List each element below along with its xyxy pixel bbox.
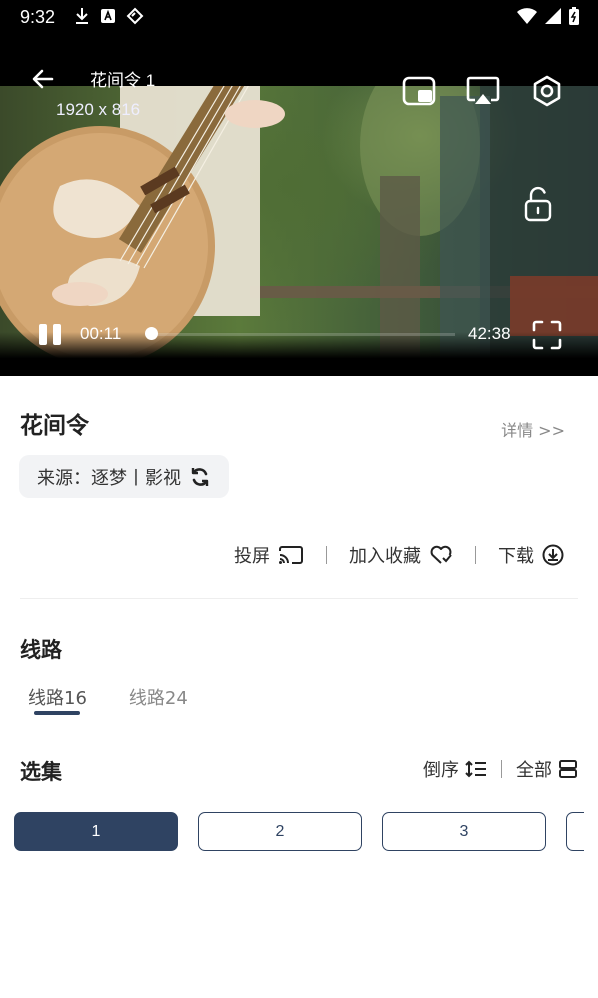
cast-label: 投屏 [234,546,270,567]
settings-button[interactable] [530,74,564,108]
route-tab-label: 线路16 [28,688,87,709]
episode-list: 1 2 3 [14,812,584,852]
player-control-bar: 00:11 42:38 [0,318,598,352]
episode-tools: 倒序 全部 [423,756,578,782]
video-resolution: 1920 x 816 [56,100,141,119]
player-top-actions [402,74,564,108]
settings-icon [533,75,561,107]
video-title: 花间令 1 [90,71,156,90]
route-tabs: 线路16 线路24 [28,684,188,715]
status-bar: 9:32 [0,0,598,76]
download-label: 下载 [498,546,534,567]
tag-icon [126,7,144,25]
source-selector[interactable]: 来源：逐梦丨影视 [19,455,229,498]
action-separator [326,546,327,564]
back-arrow-icon[interactable] [30,66,56,92]
show-title: 花间令 [20,413,89,439]
pip-button[interactable] [402,74,436,108]
seek-bar[interactable] [150,333,455,336]
pause-icon[interactable] [38,322,64,346]
routes-title: 线路 [20,638,62,662]
font-icon [101,9,115,23]
current-time: 00:11 [80,324,122,343]
signal-icon [545,8,561,24]
refresh-icon [191,467,209,486]
tab-route-24[interactable]: 线路24 [129,684,188,710]
active-tab-indicator [34,711,80,715]
source-label: 来源：逐梦丨影视 [37,467,181,489]
action-separator [475,546,476,564]
details-link[interactable]: 详情 >> [501,417,565,441]
cast-button[interactable]: 投屏 [234,542,304,568]
sort-order-icon [465,760,486,778]
airplay-icon [466,76,500,104]
all-episodes-button[interactable]: 全部 [516,756,578,782]
pip-icon [402,76,436,106]
tab-route-16[interactable]: 线路16 [28,684,87,715]
grid-list-icon [559,760,577,778]
route-tab-label: 线路24 [128,688,188,709]
episode-button[interactable]: 1 [14,812,178,851]
download-button[interactable]: 下载 [498,542,564,568]
heart-check-icon [430,545,452,564]
episode-button[interactable]: 3 [382,812,546,851]
tool-separator [501,760,502,778]
episode-button[interactable] [566,812,584,851]
download-circle-icon [542,544,564,566]
sort-reverse-button[interactable]: 倒序 [423,756,487,782]
episode-button[interactable]: 2 [198,812,362,851]
system-icons [516,6,580,26]
airplay-button[interactable] [466,74,500,108]
sort-label: 倒序 [423,760,459,781]
favorite-button[interactable]: 加入收藏 [349,542,453,568]
unlock-icon[interactable] [522,186,554,222]
section-divider [20,598,578,599]
download-icon [76,8,88,24]
favorite-label: 加入收藏 [349,546,421,567]
total-time: 42:38 [468,324,511,343]
wifi-icon [517,8,537,24]
seek-thumb[interactable] [145,327,159,340]
fullscreen-icon[interactable] [532,320,562,350]
episodes-title: 选集 [20,760,62,784]
battery-icon [569,7,579,25]
cast-icon [279,546,303,564]
notification-icons [74,7,144,25]
all-label: 全部 [516,760,552,781]
action-bar: 投屏 加入收藏 下载 [234,542,564,568]
status-time: 9:32 [20,7,56,27]
